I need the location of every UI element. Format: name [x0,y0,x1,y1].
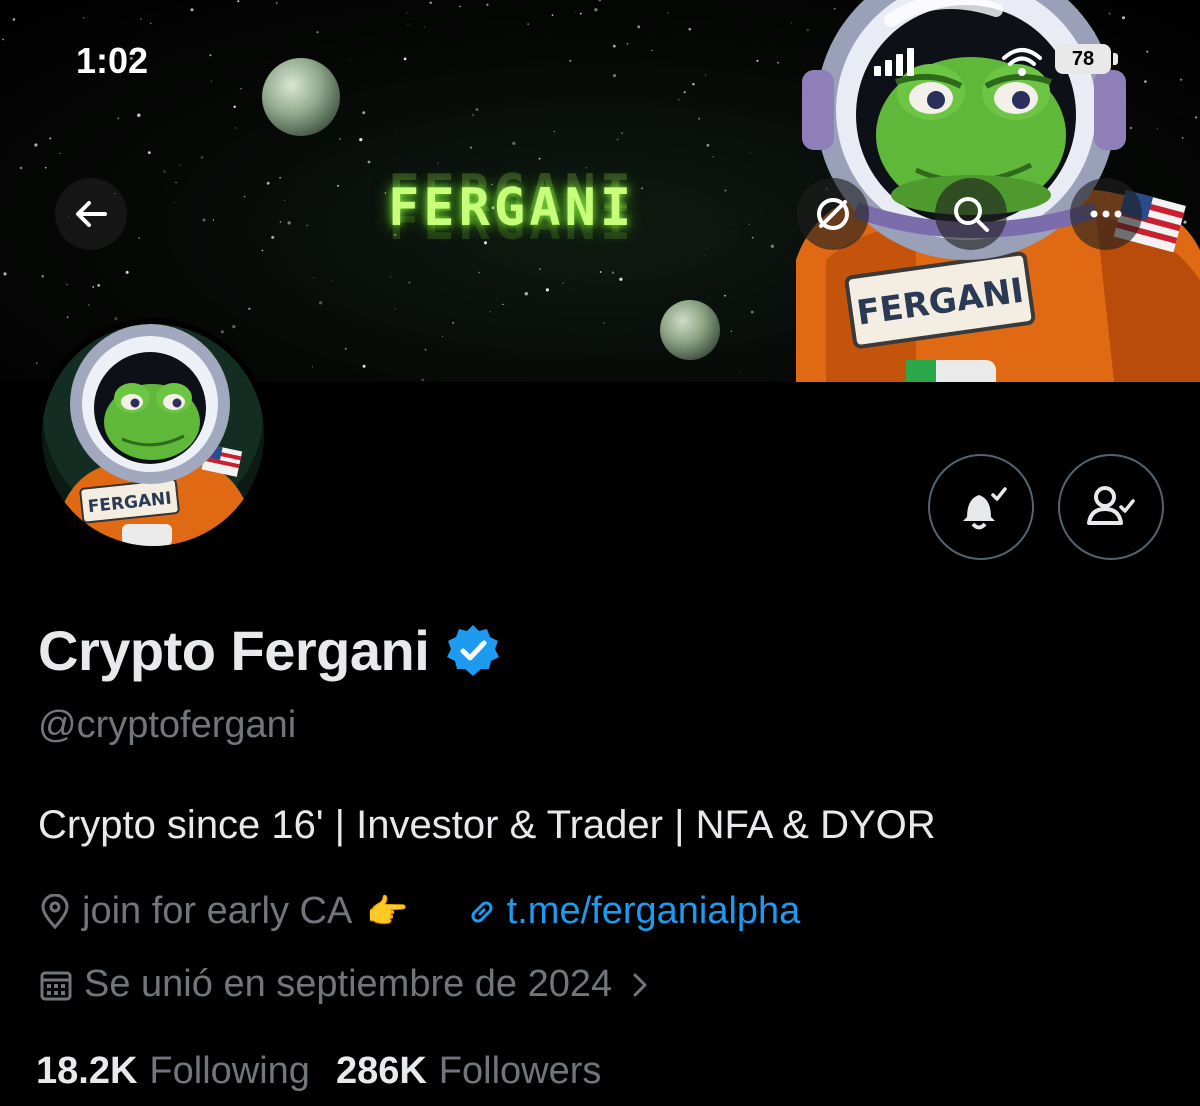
pointing-hand-emoji: 👉 [366,892,409,931]
website-link[interactable]: t.me/ferganialpha [467,890,801,933]
more-button[interactable] [1070,178,1142,250]
planet-image [660,300,720,360]
banner-title: FERGANI [388,178,636,238]
location-item: join for early CA 👉 [38,890,409,933]
planet-image [262,58,340,136]
wifi-icon [1002,48,1042,66]
back-button[interactable] [55,178,127,250]
grok-button[interactable] [797,178,869,250]
status-time: 1:02 [76,40,149,81]
following-count: 18.2K [36,1050,138,1092]
status-signal-wifi [874,48,1042,76]
display-name: Crypto Fergani [38,619,430,682]
followers-stat[interactable]: 286K Followers [336,1050,601,1093]
battery-tip [1113,53,1118,65]
more-horizontal-icon [1090,210,1122,218]
following-button[interactable] [1058,454,1164,560]
calendar-icon [40,971,72,1000]
follow-stats: 18.2K Following 286K Followers [36,1050,601,1093]
followers-label: Followers [438,1050,602,1092]
arrow-left-icon [76,201,107,227]
following-label: Following [149,1050,310,1092]
link-icon [471,901,493,922]
joined-date: Se unió en septiembre de 2024 [84,963,613,1005]
user-handle: @cryptofergani [38,704,297,746]
profile-bio: Crypto since 16' | Investor & Trader | N… [38,803,936,847]
following-stat[interactable]: 18.2K Following [36,1050,310,1093]
followers-count: 286K [335,1050,427,1092]
profile-meta-row: join for early CA 👉 t.me/ferganialpha [38,890,800,933]
website-text[interactable]: t.me/ferganialpha [507,890,801,933]
chevron-right-icon [633,973,647,996]
bell-check-icon [963,487,1007,530]
notifications-button[interactable] [928,454,1034,560]
search-icon [954,197,989,232]
battery-indicator: 78 [1055,44,1111,74]
grok-icon [817,198,849,230]
avatar-image: FERGANI [42,324,264,546]
display-name-row: Crypto Fergani [38,618,501,683]
joined-row[interactable]: Se unió en septiembre de 2024 [38,963,650,1006]
verified-badge-icon[interactable] [445,623,501,679]
location-pin-icon [41,893,69,929]
person-check-icon [1087,486,1135,525]
search-button[interactable] [935,178,1007,250]
profile-avatar[interactable]: FERGANI [36,318,270,552]
location-text: join for early CA [82,890,353,932]
